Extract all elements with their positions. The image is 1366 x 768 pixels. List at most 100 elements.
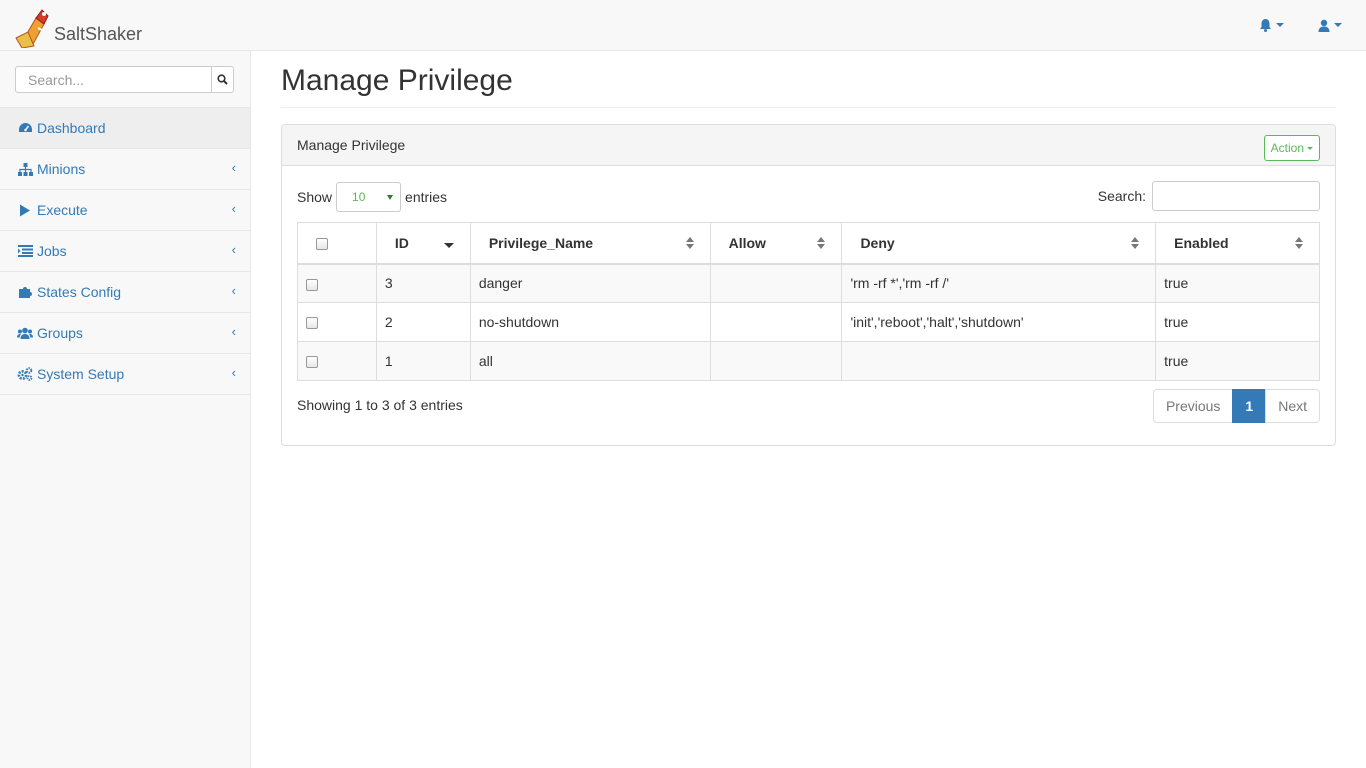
chevron-left-icon: ‹ <box>231 160 236 175</box>
action-label: Action <box>1270 141 1304 155</box>
column-label: Deny <box>860 234 895 251</box>
sidebar: Dashboard Minions ‹ Execute ‹ Jobs ‹ <box>0 51 251 768</box>
pagination-previous[interactable]: Previous <box>1152 389 1234 423</box>
sidebar-item-minions[interactable]: Minions ‹ <box>0 149 250 190</box>
sidebar-item-label: Groups <box>37 325 83 341</box>
select-all-header <box>297 222 377 265</box>
row-checkbox[interactable] <box>306 278 318 291</box>
table-search: Search: <box>1098 181 1320 211</box>
sidebar-item-states-config[interactable]: States Config ‹ <box>0 272 250 313</box>
column-label: Enabled <box>1174 234 1229 251</box>
sort-icon <box>1131 237 1140 249</box>
column-header-privilege-name[interactable]: Privilege_Name <box>469 222 711 265</box>
show-label: Show <box>297 189 333 205</box>
title-divider <box>281 107 1336 108</box>
sitemap-icon <box>17 162 33 176</box>
users-icon <box>17 326 33 340</box>
pagination: Previous 1 Next <box>1152 389 1320 423</box>
sidebar-search-button[interactable] <box>212 66 234 93</box>
table-row[interactable]: 1 all true <box>297 341 1320 381</box>
column-label: Allow <box>728 234 766 251</box>
cell-privilege-name: danger <box>469 263 711 303</box>
cell-allow <box>709 263 843 303</box>
privilege-table: ID Privilege_Name Allow Deny Enabled 3 d… <box>297 222 1320 381</box>
saltshaker-logo-icon <box>15 9 49 48</box>
chevron-left-icon: ‹ <box>231 242 236 257</box>
row-checkbox[interactable] <box>306 356 318 369</box>
page-length-value: 10 <box>352 190 366 204</box>
notifications-dropdown[interactable] <box>1259 14 1284 36</box>
row-select-cell <box>297 302 377 342</box>
bell-icon <box>1260 19 1271 32</box>
search-label: Search: <box>1097 188 1146 204</box>
table-row[interactable]: 2 no-shutdown 'init','reboot','halt','sh… <box>297 302 1320 342</box>
top-navbar: SaltShaker <box>0 0 1366 51</box>
cogs-icon <box>17 367 33 381</box>
pagination-page-1[interactable]: 1 <box>1232 389 1267 423</box>
chevron-down-icon <box>1276 23 1284 27</box>
sort-icon <box>1295 237 1303 249</box>
page-length-select[interactable]: 10 <box>336 182 402 212</box>
column-header-allow[interactable]: Allow <box>709 222 843 265</box>
cell-privilege-name: no-shutdown <box>469 302 711 342</box>
table-info: Showing 1 to 3 of 3 entries <box>297 397 463 413</box>
sidebar-item-groups[interactable]: Groups ‹ <box>0 313 250 354</box>
sidebar-item-system-setup[interactable]: System Setup ‹ <box>0 354 250 395</box>
column-label: Privilege_Name <box>488 234 594 251</box>
table-header-row: ID Privilege_Name Allow Deny Enabled <box>297 222 1320 265</box>
sidebar-item-label: Minions <box>37 161 86 177</box>
chevron-left-icon: ‹ <box>231 201 236 216</box>
cell-id: 1 <box>375 341 471 381</box>
column-header-id[interactable]: ID <box>375 222 471 265</box>
cell-enabled: true <box>1155 302 1320 342</box>
sort-icon <box>685 237 694 249</box>
sidebar-item-jobs[interactable]: Jobs ‹ <box>0 231 250 272</box>
brand-name: SaltShaker <box>54 24 143 44</box>
sidebar-search-input[interactable] <box>15 66 212 93</box>
panel-title: Manage Privilege <box>297 137 406 153</box>
sidebar-item-label: Jobs <box>37 243 67 259</box>
sidebar-search <box>15 66 234 93</box>
cell-deny: 'init','reboot','halt','shutdown' <box>841 302 1157 342</box>
table-row[interactable]: 3 danger 'rm -rf *','rm -rf /' true <box>297 263 1320 303</box>
row-select-cell <box>297 341 377 381</box>
table-search-input[interactable] <box>1152 181 1320 211</box>
cell-deny <box>841 341 1157 381</box>
sidebar-item-dashboard[interactable]: Dashboard <box>0 108 250 149</box>
column-label: ID <box>394 234 409 251</box>
user-icon <box>1318 19 1330 32</box>
brand[interactable]: SaltShaker <box>14 4 142 48</box>
dashboard-icon <box>17 121 33 135</box>
pagination-next[interactable]: Next <box>1265 389 1320 423</box>
select-all-checkbox[interactable] <box>316 238 328 251</box>
cell-enabled: true <box>1155 263 1320 303</box>
page-title: Manage Privilege <box>281 64 513 97</box>
column-header-enabled[interactable]: Enabled <box>1155 222 1320 265</box>
row-checkbox[interactable] <box>306 317 318 330</box>
user-dropdown[interactable] <box>1318 14 1342 36</box>
page-length-control: Show 10 entries <box>297 182 447 212</box>
cell-allow <box>709 341 843 381</box>
sidebar-menu: Dashboard Minions ‹ Execute ‹ Jobs ‹ Sta… <box>0 107 250 395</box>
cell-allow <box>709 302 843 342</box>
sort-desc-icon <box>443 243 454 248</box>
chevron-left-icon: ‹ <box>231 365 236 380</box>
sidebar-item-label: Execute <box>37 202 88 218</box>
cell-id: 3 <box>375 263 471 303</box>
puzzle-icon <box>17 285 33 299</box>
chevron-down-icon <box>1334 23 1342 27</box>
search-icon <box>217 74 228 85</box>
cell-id: 2 <box>375 302 471 342</box>
play-icon <box>17 203 33 217</box>
column-header-deny[interactable]: Deny <box>841 222 1157 265</box>
action-dropdown-button[interactable]: Action <box>1263 135 1320 161</box>
entries-label: entries <box>405 189 448 205</box>
chevron-left-icon: ‹ <box>231 283 236 298</box>
chevron-down-icon <box>387 195 394 200</box>
cell-enabled: true <box>1155 341 1320 381</box>
panel-heading: Manage Privilege Action <box>282 125 1335 166</box>
cell-privilege-name: all <box>469 341 711 381</box>
row-select-cell <box>297 263 377 303</box>
sidebar-item-execute[interactable]: Execute ‹ <box>0 190 250 231</box>
sidebar-item-label: States Config <box>37 284 122 300</box>
